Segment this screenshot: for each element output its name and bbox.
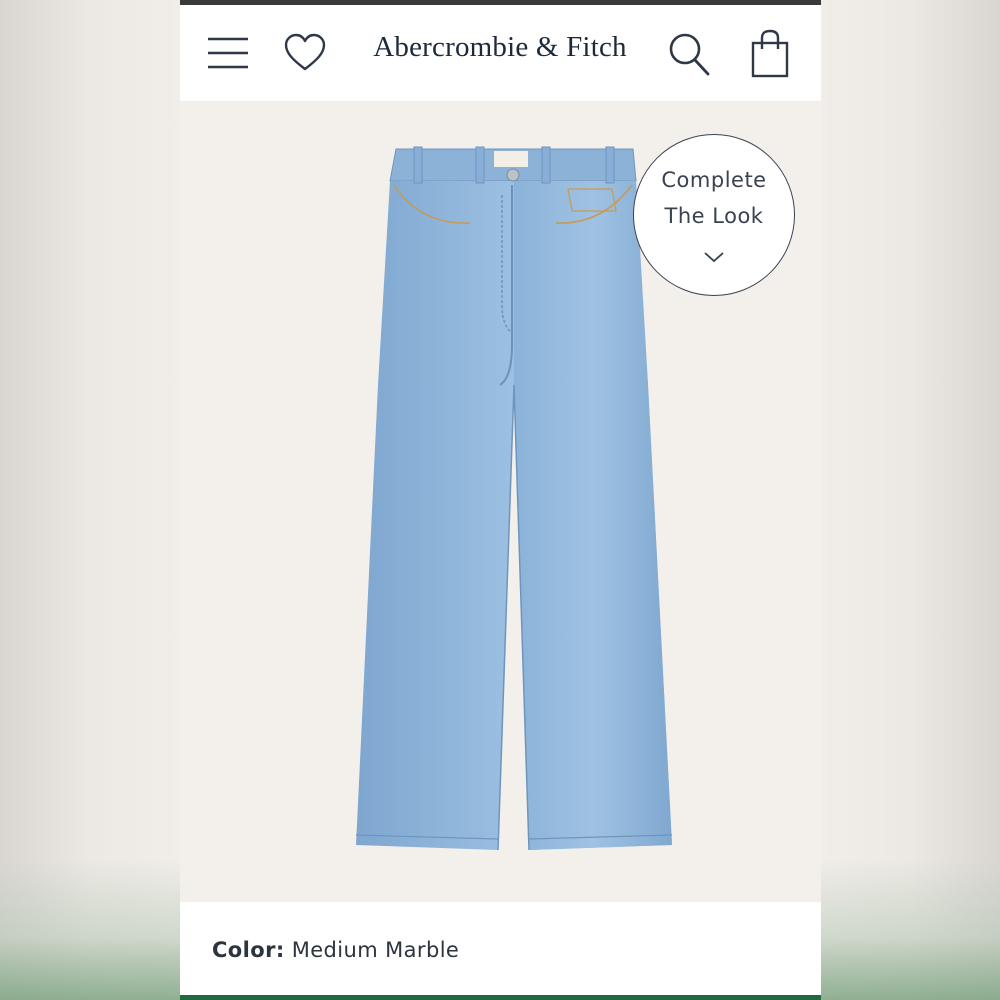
complete-the-look-label-line2: The Look [664, 204, 764, 228]
bottom-accent-strip [180, 995, 821, 1000]
menu-icon[interactable] [206, 35, 250, 71]
color-label: Color: [212, 938, 285, 962]
chevron-down-icon [704, 252, 724, 263]
search-icon[interactable] [667, 31, 711, 77]
color-selection: Color: Medium Marble [212, 938, 459, 962]
phone-screen: Abercrombie & Fitch Complete The Look Co… [180, 0, 821, 1000]
heart-icon[interactable] [283, 33, 327, 73]
site-header: Abercrombie & Fitch [180, 5, 821, 101]
product-image-area: Complete The Look [180, 101, 821, 902]
jeans-image [355, 146, 673, 851]
brand-logo[interactable]: Abercrombie & Fitch [350, 31, 650, 64]
complete-the-look-label-line1: Complete [661, 168, 767, 192]
color-value: Medium Marble [291, 938, 460, 962]
shopping-bag-icon[interactable] [750, 29, 790, 79]
complete-the-look-button[interactable]: Complete The Look [633, 134, 795, 296]
